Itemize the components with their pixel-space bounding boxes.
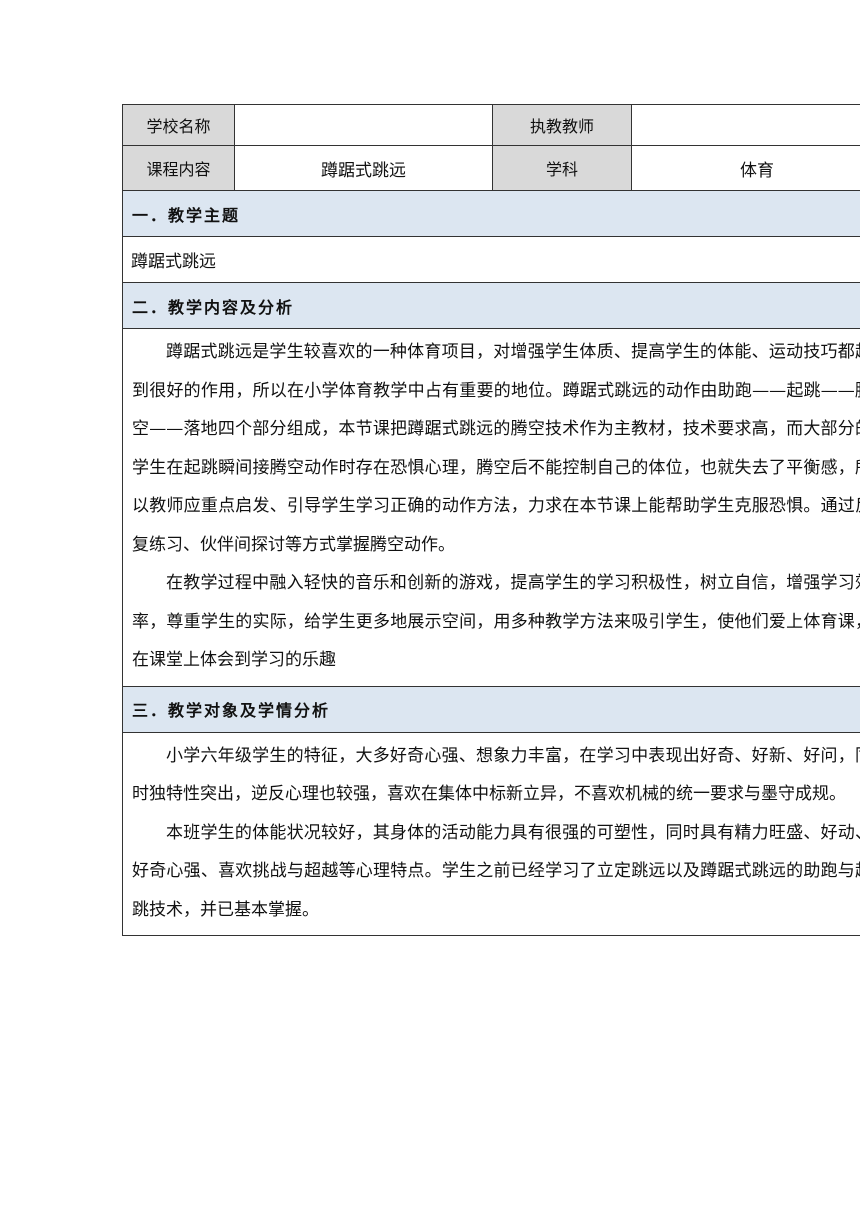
course-content-value: 蹲踞式跳远 xyxy=(235,146,493,190)
section-2-paragraph-1: 蹲踞式跳远是学生较喜欢的一种体育项目，对增强学生体质、提高学生的体能、运动技巧都… xyxy=(132,342,860,555)
section-3-body: 小学六年级学生的特征，大多好奇心强、想象力丰富，在学习中表现出好奇、好新、好问，… xyxy=(123,733,860,936)
section-1-header-row: 一．教学主题 xyxy=(123,191,860,237)
section-2-header-row: 二．教学内容及分析 xyxy=(123,283,860,329)
school-name-label: 学校名称 xyxy=(123,105,235,145)
course-content-label: 课程内容 xyxy=(123,146,235,190)
section-2-title: 二．教学内容及分析 xyxy=(123,283,860,328)
section-1-body-row: 蹲踞式跳远 xyxy=(123,237,860,283)
info-row-2: 课程内容 蹲踞式跳远 学科 体育 xyxy=(123,146,860,191)
teacher-label: 执教教师 xyxy=(493,105,632,145)
section-3-paragraph-1: 小学六年级学生的特征，大多好奇心强、想象力丰富，在学习中表现出好奇、好新、好问，… xyxy=(132,745,860,805)
section-2-body: 蹲踞式跳远是学生较喜欢的一种体育项目，对增强学生体质、提高学生的体能、运动技巧都… xyxy=(123,329,860,686)
section-1-text: 蹲踞式跳远 xyxy=(131,252,216,272)
section-3-title: 三．教学对象及学情分析 xyxy=(123,686,860,732)
school-name-value[interactable] xyxy=(235,105,493,145)
section-1-title: 一．教学主题 xyxy=(123,191,860,236)
section-3-paragraph-2: 本班学生的体能状况较好，其身体的活动能力具有很强的可塑性，同时具有精力旺盛、好动… xyxy=(132,822,860,920)
subject-label: 学科 xyxy=(493,146,632,190)
info-row-1: 学校名称 执教教师 xyxy=(123,105,860,146)
section-3-body-row: 小学六年级学生的特征，大多好奇心强、想象力丰富，在学习中表现出好奇、好新、好问，… xyxy=(123,733,860,936)
subject-value: 体育 xyxy=(632,146,860,190)
section-2-body-row: 蹲踞式跳远是学生较喜欢的一种体育项目，对增强学生体质、提高学生的体能、运动技巧都… xyxy=(123,329,860,687)
teacher-value[interactable] xyxy=(632,105,860,145)
lesson-plan-table: 学校名称 执教教师 课程内容 蹲踞式跳远 学科 体育 一．教学主题 蹲踞式跳远 … xyxy=(122,104,860,936)
section-3-header-row: 三．教学对象及学情分析 xyxy=(123,686,860,733)
section-2-paragraph-2: 在教学过程中融入轻快的音乐和创新的游戏，提高学生的学习积极性，树立自信，增强学习… xyxy=(132,573,860,670)
